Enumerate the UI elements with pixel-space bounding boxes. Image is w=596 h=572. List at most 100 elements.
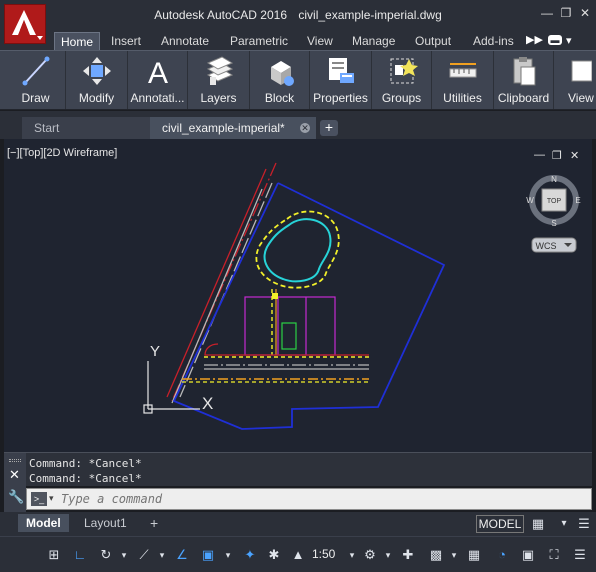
- document-tab-bar: Start civil_example-imperial* ✕ +: [0, 111, 596, 139]
- layers-icon: [206, 56, 233, 85]
- drag-handle-icon[interactable]: [9, 459, 21, 462]
- insert-block-icon: [270, 61, 294, 86]
- drawing-canvas[interactable]: [−][Top][2D Wireframe] — ❐ ✕ Y X TOP N S…: [4, 139, 592, 452]
- annotation-monitor-plus-icon[interactable]: ✚: [398, 545, 418, 565]
- quick-properties-icon[interactable]: ▦: [464, 545, 484, 565]
- command-line[interactable]: >_ ▾: [26, 488, 592, 510]
- view-panel-button[interactable]: View: [554, 51, 596, 109]
- status-menu-icon[interactable]: ☰: [574, 514, 594, 534]
- polar-chevron-icon[interactable]: ▾: [114, 545, 134, 565]
- new-tab-plus-icon[interactable]: +: [320, 120, 338, 136]
- annotation-scale-icon[interactable]: ▲: [288, 545, 308, 565]
- ribbon-toggle-icon[interactable]: ▬: [548, 35, 562, 45]
- auto-scale-icon[interactable]: ✱: [264, 545, 284, 565]
- ribbon-options-chevron-icon[interactable]: ▾: [566, 34, 572, 48]
- command-sidebar: ✕ 🔧: [4, 453, 26, 513]
- close-command-line-icon[interactable]: ✕: [9, 467, 20, 483]
- modify-label: Modify: [78, 91, 115, 105]
- block-button[interactable]: Block: [250, 51, 310, 109]
- door-green: [281, 322, 297, 350]
- draw-button[interactable]: Draw: [6, 51, 66, 109]
- close-tab-icon[interactable]: ✕: [300, 123, 310, 133]
- tab-home[interactable]: Home: [54, 32, 101, 50]
- object-snap-tracking-icon[interactable]: ∠: [172, 545, 192, 565]
- tab-parametric[interactable]: Parametric: [224, 32, 294, 50]
- annotation-scale-value[interactable]: 1:50: [312, 547, 335, 561]
- view-panel-label: View: [568, 91, 594, 105]
- compass-s[interactable]: S: [551, 219, 556, 228]
- compass-w[interactable]: W: [526, 196, 534, 205]
- tab-add-ins[interactable]: Add-ins: [467, 32, 520, 50]
- tab-model[interactable]: Model: [18, 514, 69, 532]
- close-icon[interactable]: ✕: [578, 6, 592, 20]
- status-bar: ⊞ ∟ ↻ ▾ ⟋ ▾ ∠ ▣ ▾ ✦ ✱ ▲ 1:50 ▾ ⚙ ▾ ✚ ▩ ▾…: [0, 536, 596, 572]
- restore-icon[interactable]: ❐: [559, 6, 573, 20]
- autocad-logo-icon: [12, 10, 36, 35]
- title-bar: Autodesk AutoCAD 2016 civil_example-impe…: [0, 0, 596, 30]
- viewcube-face-label: TOP: [547, 198, 562, 205]
- window-title: Autodesk AutoCAD 2016 civil_example-impe…: [0, 8, 596, 22]
- isometric-drafting-icon[interactable]: ⟋: [134, 545, 154, 565]
- groups-label: Groups: [381, 91, 422, 105]
- hardware-acceleration-icon[interactable]: ▣: [518, 545, 538, 565]
- workspace-chevron-icon[interactable]: ▾: [378, 545, 398, 565]
- pond-water-cyan: [263, 218, 332, 283]
- command-prompt-icon[interactable]: >_: [31, 492, 47, 506]
- properties-button[interactable]: Properties: [310, 51, 372, 109]
- view-icon: [571, 60, 592, 82]
- viewcube[interactable]: TOP N S W E: [526, 175, 581, 228]
- recent-commands-chevron-icon[interactable]: ▾: [49, 493, 54, 504]
- wcs-label: WCS: [536, 241, 557, 251]
- command-input[interactable]: [61, 491, 581, 507]
- groups-button[interactable]: Groups: [372, 51, 432, 109]
- compass-e[interactable]: E: [575, 196, 580, 205]
- annotation-label: Annotati...: [130, 91, 185, 105]
- new-layout-plus-icon[interactable]: +: [142, 514, 166, 532]
- tab-annotate[interactable]: Annotate: [155, 32, 215, 50]
- road-edge-red: [166, 168, 267, 398]
- ortho-mode-icon[interactable]: ∟: [70, 545, 90, 565]
- measure-icon: [449, 63, 476, 78]
- tab-output[interactable]: Output: [409, 32, 457, 50]
- customization-menu-icon[interactable]: ☰: [570, 545, 590, 565]
- grid-icon[interactable]: ▦: [528, 514, 548, 534]
- fast-forward-icon[interactable]: ▶▶: [526, 33, 543, 47]
- tab-manage[interactable]: Manage: [346, 32, 401, 50]
- application-menu-button[interactable]: [4, 4, 46, 44]
- customize-wrench-icon[interactable]: 🔧: [8, 489, 24, 505]
- model-space-button[interactable]: MODEL: [476, 515, 524, 533]
- units-icon[interactable]: ▩: [426, 545, 446, 565]
- drawing-geometry: Y X TOP N S W E WCS: [143, 162, 581, 430]
- grid-chevron-icon[interactable]: ▾: [554, 514, 574, 534]
- workspace-gear-icon[interactable]: ⚙: [360, 545, 380, 565]
- compass-n[interactable]: N: [551, 175, 557, 184]
- isolate-objects-icon[interactable]: ◔: [492, 545, 512, 565]
- object-snap-icon[interactable]: ▣: [198, 545, 218, 565]
- scale-chevron-icon[interactable]: ▾: [342, 545, 362, 565]
- tab-start[interactable]: Start: [22, 117, 150, 139]
- isometric-chevron-icon[interactable]: ▾: [152, 545, 172, 565]
- object-snap-chevron-icon[interactable]: ▾: [218, 545, 238, 565]
- tab-current-drawing[interactable]: civil_example-imperial* ✕: [150, 117, 316, 139]
- utilities-label: Utilities: [443, 91, 482, 105]
- wcs-menu[interactable]: WCS: [531, 237, 577, 253]
- clipboard-button[interactable]: Clipboard: [494, 51, 554, 109]
- units-chevron-icon[interactable]: ▾: [444, 545, 464, 565]
- minimize-icon[interactable]: —: [540, 6, 554, 20]
- tab-insert[interactable]: Insert: [105, 32, 147, 50]
- command-history-line-1: Command: *Cancel*: [29, 457, 142, 470]
- tab-layout1[interactable]: Layout1: [76, 514, 135, 532]
- group-icon: [390, 58, 418, 84]
- annotation-visibility-icon[interactable]: ✦: [240, 545, 260, 565]
- clipboard-label: Clipboard: [497, 91, 550, 105]
- dynamic-input-icon[interactable]: ⊞: [44, 545, 64, 565]
- modify-button[interactable]: Modify: [66, 51, 128, 109]
- utilities-button[interactable]: Utilities: [432, 51, 494, 109]
- annotation-button[interactable]: A Annotati...: [128, 51, 188, 109]
- file-name: civil_example-imperial.dwg: [298, 8, 442, 22]
- clean-screen-icon[interactable]: ⛶: [544, 545, 564, 565]
- road-edge-gray: [171, 188, 263, 404]
- polar-tracking-icon[interactable]: ↻: [96, 545, 116, 565]
- tab-view[interactable]: View: [301, 32, 339, 50]
- layers-button[interactable]: Layers: [188, 51, 250, 109]
